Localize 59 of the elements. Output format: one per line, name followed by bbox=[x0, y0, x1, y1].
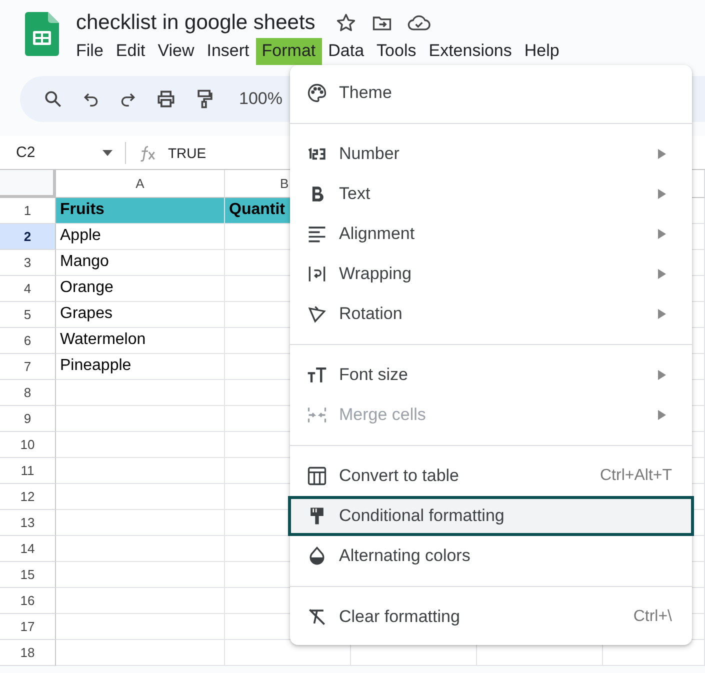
row-header[interactable]: 4 bbox=[0, 276, 56, 302]
row-header[interactable]: 11 bbox=[0, 458, 56, 484]
document-title[interactable]: checklist in google sheets bbox=[76, 11, 316, 35]
table-cell: Mango bbox=[56, 250, 225, 276]
shortcut-hint: Ctrl+Alt+T bbox=[600, 467, 672, 485]
palette-icon bbox=[306, 82, 328, 104]
menu-option[interactable]: Wrapping bbox=[290, 254, 692, 294]
menu-option[interactable]: Rotation bbox=[290, 294, 692, 334]
menu-item[interactable]: Data bbox=[322, 38, 370, 65]
table-cell: Fruits bbox=[56, 198, 225, 224]
menu-item[interactable]: File bbox=[70, 38, 110, 65]
menu-item[interactable]: Insert bbox=[200, 38, 256, 65]
function-icon bbox=[138, 144, 158, 162]
table-cell: Orange bbox=[56, 276, 225, 302]
caret-icon[interactable] bbox=[102, 150, 113, 156]
search-icon[interactable] bbox=[42, 88, 64, 110]
row-header[interactable]: 3 bbox=[0, 250, 56, 276]
menu-item[interactable]: Format bbox=[256, 38, 322, 65]
shortcut-hint: Ctrl+\ bbox=[633, 608, 672, 626]
table-icon bbox=[306, 465, 328, 487]
menu-option[interactable]: Clear formatting Ctrl+\ bbox=[290, 597, 692, 637]
menu-option[interactable]: Alternating colors bbox=[290, 536, 692, 576]
table-cell: Grapes bbox=[56, 302, 225, 328]
row-header[interactable]: 13 bbox=[0, 510, 56, 536]
menu-item[interactable]: View bbox=[152, 38, 200, 65]
row-header[interactable]: 9 bbox=[0, 406, 56, 432]
row-header[interactable]: 12 bbox=[0, 484, 56, 510]
print-icon[interactable] bbox=[155, 88, 177, 110]
sheets-logo-icon[interactable] bbox=[25, 12, 59, 56]
star-icon[interactable] bbox=[335, 12, 358, 34]
row-header[interactable]: 14 bbox=[0, 536, 56, 562]
name-box[interactable]: C2 bbox=[0, 144, 102, 161]
menu-option[interactable]: Theme bbox=[290, 73, 692, 113]
menu-option[interactable]: Convert to table Ctrl+Alt+T bbox=[290, 456, 692, 496]
table-cell: Pineapple bbox=[56, 354, 225, 380]
rotate-icon bbox=[306, 303, 328, 325]
row-header[interactable]: 5 bbox=[0, 302, 56, 328]
row-header[interactable]: 15 bbox=[0, 562, 56, 588]
row-header[interactable]: 1 bbox=[0, 198, 56, 224]
formula-value[interactable]: TRUE bbox=[168, 144, 206, 160]
column-header[interactable]: A bbox=[56, 170, 225, 198]
row-header[interactable]: 18 bbox=[0, 640, 56, 666]
row-header[interactable]: 2 bbox=[0, 224, 56, 250]
menu-option[interactable]: Conditional formatting bbox=[288, 496, 694, 536]
menu-item[interactable]: Help bbox=[518, 38, 566, 65]
row-header[interactable]: 8 bbox=[0, 380, 56, 406]
menu-item[interactable]: Tools bbox=[370, 38, 422, 65]
clear-format-icon bbox=[306, 606, 328, 628]
table-cell: Apple bbox=[56, 224, 225, 250]
row-header[interactable]: 16 bbox=[0, 588, 56, 614]
table-cell: Watermelon bbox=[56, 328, 225, 354]
menu-item[interactable]: Edit bbox=[110, 38, 152, 65]
row-header[interactable]: 10 bbox=[0, 432, 56, 458]
menu-option[interactable]: Font size bbox=[290, 355, 692, 395]
row-header[interactable]: 17 bbox=[0, 614, 56, 640]
row-header[interactable]: 6 bbox=[0, 328, 56, 354]
menu-item[interactable]: Extensions bbox=[422, 38, 518, 65]
row-header[interactable]: 7 bbox=[0, 354, 56, 380]
zoom-value[interactable]: 100% bbox=[239, 89, 282, 109]
